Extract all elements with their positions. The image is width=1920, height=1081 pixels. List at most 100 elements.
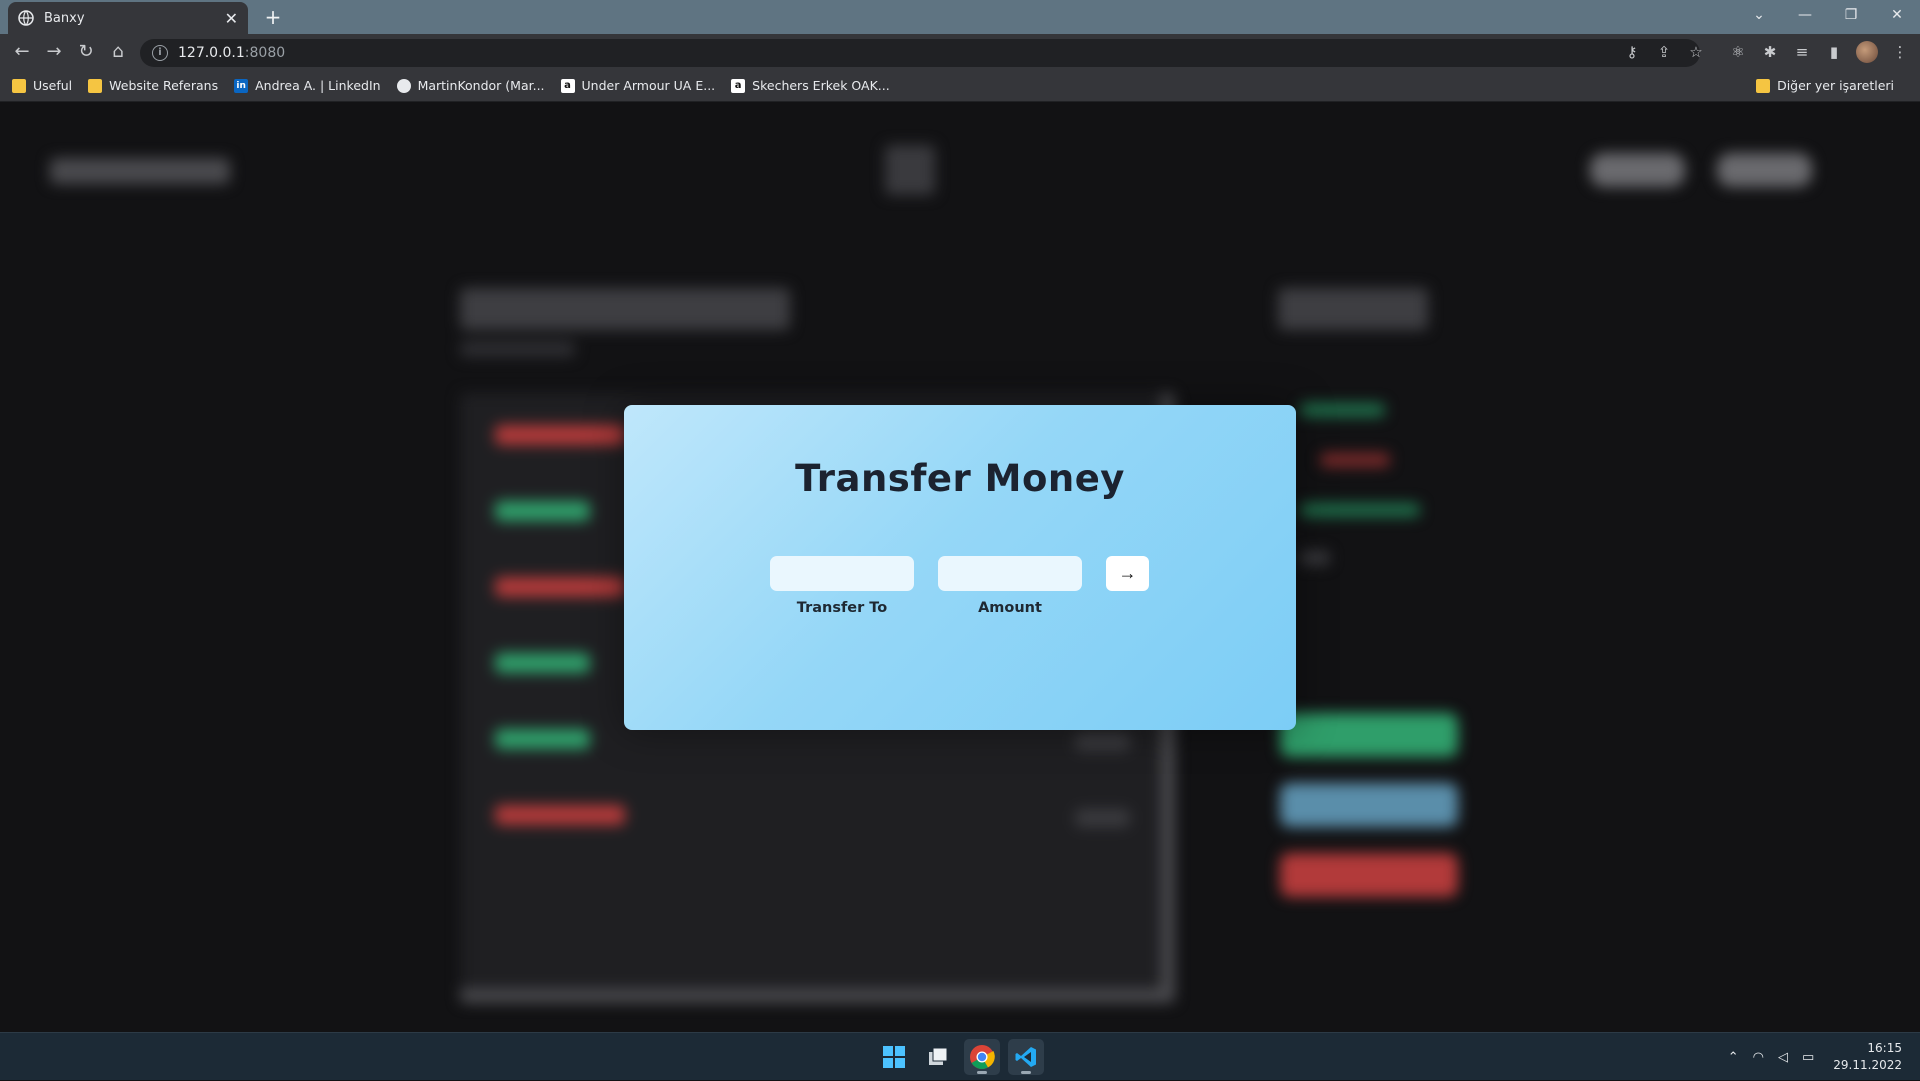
blurred-stat: [1300, 551, 1330, 565]
bookmark-label: MartinKondor (Mar...: [417, 78, 545, 93]
url-host: 127.0.0.1: [178, 45, 245, 61]
tab-search-icon[interactable]: ⌄: [1736, 7, 1782, 23]
modal-title: Transfer Money: [795, 457, 1125, 500]
blurred-nav-button: [1717, 153, 1812, 187]
system-tray: ⌃ ◠ ◁ ▭ 16:15 29.11.2022: [1721, 1033, 1902, 1081]
blurred-heading: [460, 288, 790, 330]
blurred-row: [495, 729, 590, 749]
github-icon: [396, 78, 411, 93]
blurred-amount: [1075, 809, 1130, 827]
folder-icon: [1756, 78, 1771, 93]
bookmarks-bar: Useful Website Referans in Andrea A. | Li…: [0, 70, 1920, 102]
site-info-icon[interactable]: i: [152, 45, 168, 61]
other-bookmarks[interactable]: Diğer yer işaretleri: [1756, 78, 1894, 93]
minimize-button[interactable]: —: [1782, 7, 1828, 23]
restore-button[interactable]: ❐: [1828, 7, 1874, 23]
blurred-nav-button: [1590, 153, 1685, 187]
blurred-row: [495, 805, 625, 825]
omnibox-actions: ⚷ ⇪ ☆: [1616, 40, 1712, 64]
blurred-stat: [1320, 453, 1390, 467]
linkedin-icon: in: [234, 78, 249, 93]
clock-time: 16:15: [1867, 1041, 1902, 1055]
clock-date: 29.11.2022: [1833, 1058, 1902, 1072]
windows-taskbar: ⌃ ◠ ◁ ▭ 16:15 29.11.2022: [0, 1032, 1920, 1080]
window-controls: ⌄ — ❐ ✕: [1736, 0, 1920, 30]
blurred-action-button: [1280, 783, 1458, 827]
home-icon[interactable]: ⌂: [106, 40, 130, 64]
react-devtools-icon[interactable]: ⚛: [1722, 40, 1754, 64]
windows-icon: [883, 1046, 905, 1068]
task-view-icon: [929, 1047, 948, 1065]
amazon-icon: a: [560, 78, 575, 93]
bookmark-label: Website Referans: [109, 78, 219, 93]
blurred-row: [495, 425, 625, 445]
bookmark-label: Under Armour UA E...: [581, 78, 716, 93]
share-icon[interactable]: ⇪: [1648, 40, 1680, 64]
forward-arrow-icon[interactable]: →: [42, 40, 66, 64]
star-icon[interactable]: ☆: [1680, 40, 1712, 64]
transfer-to-input[interactable]: [770, 556, 914, 591]
blurred-row: [495, 653, 590, 673]
folder-icon: [12, 78, 26, 93]
amazon-icon: a: [731, 78, 746, 93]
close-window-button[interactable]: ✕: [1874, 7, 1920, 23]
amount-input[interactable]: [938, 556, 1082, 591]
bookmark-label: Diğer yer işaretleri: [1777, 78, 1894, 93]
browser-tab[interactable]: Banxy ✕: [8, 2, 248, 34]
blurred-row: [495, 501, 590, 521]
new-tab-button[interactable]: +: [262, 6, 284, 28]
menu-icon[interactable]: ⋮: [1884, 40, 1916, 64]
clock[interactable]: 16:15 29.11.2022: [1833, 1040, 1902, 1074]
bookmark-github[interactable]: MartinKondor (Mar...: [396, 78, 545, 93]
blurred-nav-icon: [885, 145, 935, 195]
close-tab-icon[interactable]: ✕: [225, 9, 238, 28]
chrome-icon: [970, 1045, 995, 1070]
bookmark-linkedin[interactable]: in Andrea A. | LinkedIn: [234, 78, 381, 93]
transfer-to-field: Transfer To: [770, 556, 914, 616]
bookmark-website-referans[interactable]: Website Referans: [88, 78, 218, 93]
extension-actions: ⚛ ✱ ≡ ▮ ⋮: [1722, 40, 1916, 64]
globe-icon: [18, 10, 34, 26]
amount-field: Amount: [938, 556, 1082, 616]
url-port: :8080: [244, 45, 286, 61]
browser-toolbar: ← → ↻ ⌂ i 127.0.0.1:8080 ⚷ ⇪ ☆ ⚛ ✱ ≡ ▮ ⋮: [0, 34, 1920, 70]
profile-avatar[interactable]: [1856, 41, 1878, 63]
vscode-icon: [1015, 1047, 1036, 1067]
extensions-icon[interactable]: ✱: [1754, 40, 1786, 64]
blurred-row: [495, 577, 625, 597]
bookmark-label: Andrea A. | LinkedIn: [255, 78, 381, 93]
volume-icon[interactable]: ◁: [1778, 1050, 1788, 1065]
amount-label: Amount: [978, 600, 1042, 616]
chrome-taskbar-button[interactable]: [964, 1039, 1000, 1075]
blurred-action-button: [1280, 853, 1458, 897]
vscode-taskbar-button[interactable]: [1008, 1039, 1044, 1075]
blurred-heading: [1278, 288, 1428, 330]
blurred-amount: [1075, 733, 1130, 751]
transfer-money-modal: Transfer Money Transfer To Amount →: [624, 405, 1296, 730]
folder-icon: [88, 78, 103, 93]
transfer-to-label: Transfer To: [796, 600, 888, 616]
back-arrow-icon[interactable]: ←: [10, 40, 34, 64]
key-icon[interactable]: ⚷: [1616, 40, 1648, 64]
battery-icon[interactable]: ▭: [1802, 1050, 1814, 1065]
wifi-icon[interactable]: ◠: [1753, 1050, 1764, 1065]
media-queue-icon[interactable]: ≡: [1786, 40, 1818, 64]
bookmark-skechers[interactable]: a Skechers Erkek OAK...: [731, 78, 890, 93]
bookmark-useful[interactable]: Useful: [12, 78, 72, 93]
bookmark-under-armour[interactable]: a Under Armour UA E...: [560, 78, 716, 93]
blurred-stat: [1300, 503, 1420, 517]
chevron-up-icon[interactable]: ⌃: [1728, 1050, 1739, 1065]
task-view-button[interactable]: [920, 1039, 956, 1075]
bookmark-label: Skechers Erkek OAK...: [752, 78, 890, 93]
address-bar[interactable]: i 127.0.0.1:8080: [140, 39, 1700, 67]
side-panel-icon[interactable]: ▮: [1818, 40, 1850, 64]
tab-title: Banxy: [44, 10, 85, 26]
tab-bar: Banxy ✕ + ⌄ — ❐ ✕: [0, 0, 1920, 34]
reload-icon[interactable]: ↻: [74, 40, 98, 64]
start-button[interactable]: [876, 1039, 912, 1075]
blurred-action-button: [1280, 713, 1458, 757]
bookmark-label: Useful: [33, 78, 73, 93]
taskbar-apps: [876, 1039, 1044, 1075]
submit-transfer-button[interactable]: →: [1106, 556, 1149, 591]
blurred-logo: [50, 158, 230, 184]
